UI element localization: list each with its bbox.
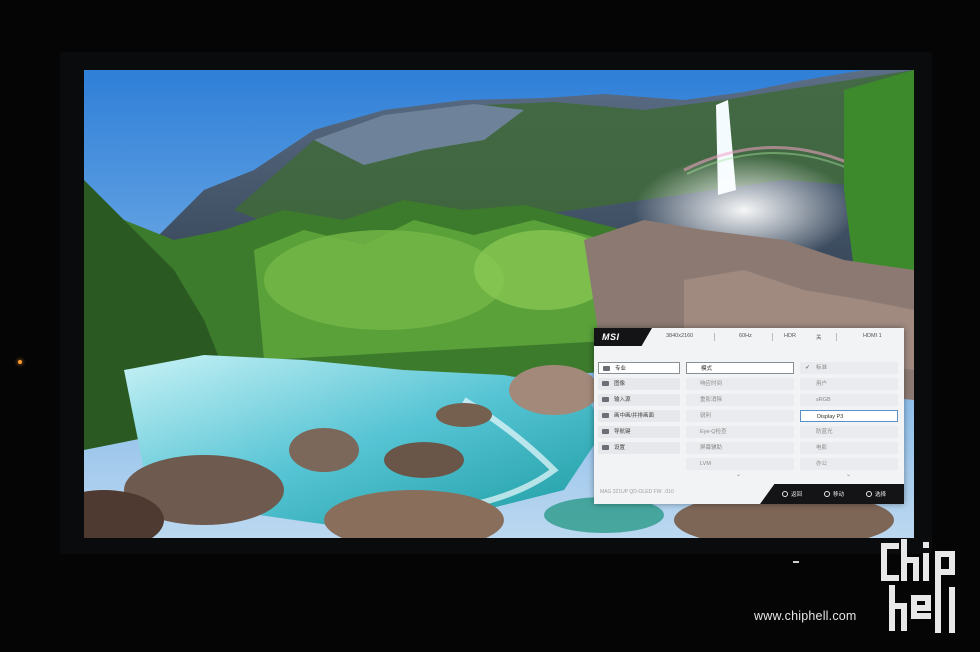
category-menu: 专业 图像 输入源 画中画/并排画面 导航键 设置 [598, 362, 680, 458]
checkmark-icon: ✓ [805, 365, 811, 371]
option-srgb[interactable]: sRGB [800, 394, 898, 406]
category-label: 专业 [615, 366, 627, 372]
option-label: 标准 [816, 365, 828, 371]
submenu-item-ghost-reduction[interactable]: 重影消除 [686, 394, 794, 406]
chevron-down-icon: ⌄ [736, 472, 742, 478]
submenu-item-screen-assistance[interactable]: 屏幕辅助 [686, 442, 794, 454]
category-label: 输入源 [614, 397, 631, 403]
settings-icon [602, 445, 609, 450]
option-anti-blue[interactable]: 防蓝光 [800, 426, 898, 438]
brand-logo: MSI [594, 328, 652, 346]
refresh-readout: 60Hz [739, 333, 752, 339]
category-input-source[interactable]: 输入源 [598, 394, 680, 406]
osd-status-bar: MSI 3840x2160 60Hz HDR 关 HDMI 1 [594, 328, 904, 346]
option-display-p3[interactable]: Display P3 [800, 410, 898, 422]
status-divider [714, 333, 715, 341]
back-button-icon [782, 491, 788, 497]
category-navi-key[interactable]: 导航键 [598, 426, 680, 438]
category-professional[interactable]: 专业 [598, 362, 680, 374]
submenu-item-mode[interactable]: 模式 [686, 362, 794, 374]
osd-control-bar: 返回 移动 选择 [760, 484, 904, 504]
hdr-label: HDR [784, 333, 796, 339]
hdr-state: 关 [816, 335, 822, 341]
status-divider [836, 333, 837, 341]
input-readout: HDMI 1 [863, 333, 882, 339]
category-label: 设置 [614, 445, 626, 451]
option-user[interactable]: 用户 [800, 378, 898, 390]
submenu-item-lvm[interactable]: LVM [686, 458, 794, 470]
chevron-down-icon: ⌄ [846, 472, 852, 478]
category-pip[interactable]: 画中画/并排画面 [598, 410, 680, 422]
category-image[interactable]: 图像 [598, 378, 680, 390]
power-led [18, 360, 22, 364]
control-label: 返回 [791, 492, 803, 498]
option-office[interactable]: 办公 [800, 458, 898, 470]
category-label: 导航键 [614, 429, 631, 435]
control-label: 选择 [875, 492, 887, 498]
image-icon [602, 381, 609, 386]
status-divider [772, 333, 773, 341]
back-control[interactable]: 返回 [782, 490, 802, 498]
category-settings[interactable]: 设置 [598, 442, 680, 454]
control-label: 移动 [833, 492, 845, 498]
bezel-indicator [793, 561, 799, 563]
option-standard[interactable]: ✓ 标准 [800, 362, 898, 374]
select-button-icon [866, 491, 872, 497]
model-firmware-label: MAG 321UP QD-OLED FW: .010 [600, 489, 674, 495]
professional-icon [603, 366, 610, 371]
navi-key-icon [602, 429, 609, 434]
option-list: ✓ 标准 用户 sRGB Display P3 防蓝光 电影 办公 [800, 362, 898, 474]
select-control[interactable]: 选择 [866, 490, 886, 498]
osd-menu: MSI 3840x2160 60Hz HDR 关 HDMI 1 专业 图像 输入… [594, 328, 904, 504]
input-source-icon [602, 397, 609, 402]
chiphell-logo [881, 539, 955, 633]
category-label: 图像 [614, 381, 626, 387]
resolution-readout: 3840x2160 [666, 333, 694, 339]
submenu-item-sharpness[interactable]: 锐利 [686, 410, 794, 422]
option-movie[interactable]: 电影 [800, 442, 898, 454]
pip-icon [602, 413, 609, 418]
move-button-icon [824, 491, 830, 497]
move-control[interactable]: 移动 [824, 490, 844, 498]
submenu-item-eye-q-check[interactable]: Eye-Q检查 [686, 426, 794, 438]
watermark-url: www.chiphell.com [754, 609, 857, 623]
category-label: 画中画/并排画面 [614, 413, 655, 419]
submenu: 模式 响应时间 重影消除 锐利 Eye-Q检查 屏幕辅助 LVM [686, 362, 794, 474]
submenu-item-response-time[interactable]: 响应时间 [686, 378, 794, 390]
